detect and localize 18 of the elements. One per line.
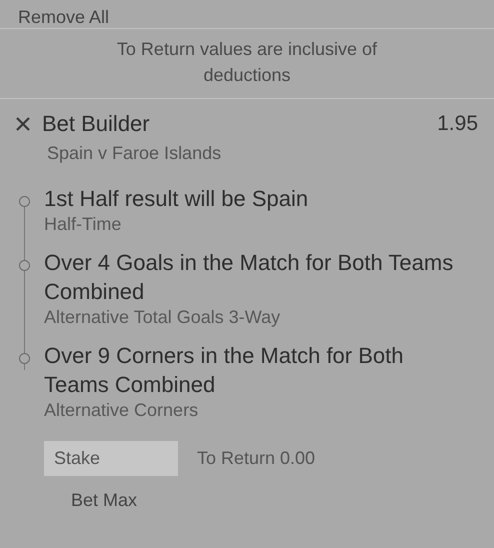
leg-selection: 1st Half result will be Spain (44, 185, 310, 213)
to-return-text: To Return 0.00 (197, 448, 316, 469)
match-name: Spain v Faroe Islands (47, 143, 222, 164)
leg-market: Alternative Corners (44, 399, 200, 421)
leg-market: Half-Time (44, 213, 122, 235)
notice-text: To Return values are inclusive of deductions (0, 29, 494, 99)
bet-title: Bet Builder (42, 111, 150, 137)
close-icon[interactable] (16, 117, 30, 131)
leg-dot-icon (19, 353, 30, 364)
odds: 1.95 (437, 112, 478, 136)
leg-dot-icon (19, 196, 30, 207)
leg-dot-icon (19, 260, 30, 271)
remove-all-link[interactable]: Remove All (18, 6, 110, 28)
leg-selection: Over 4 Goals in the Match for Both Teams Combined (44, 249, 454, 306)
leg-market: Alternative Total Goals 3-Way (44, 306, 282, 328)
bet-max-link[interactable]: Bet Max (71, 490, 138, 511)
stake-field[interactable]: Stake (44, 441, 178, 476)
leg-selection: Over 9 Corners in the Match for Both Teams Combined (44, 342, 404, 399)
